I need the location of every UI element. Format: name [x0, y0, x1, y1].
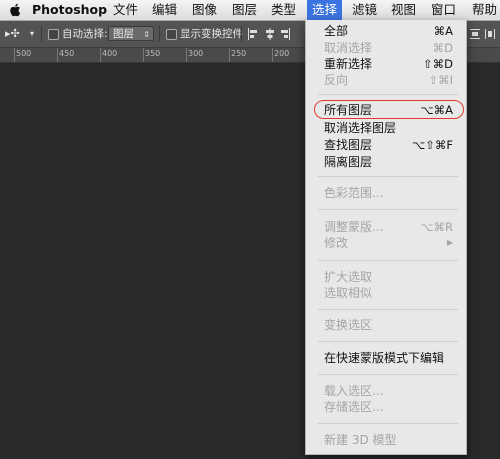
menu-item-similar[interactable]: 选取相似 — [306, 285, 466, 301]
menu-item-label: 扩大选取 — [324, 270, 373, 284]
menu-item-save-selection[interactable]: 存储选区... — [306, 399, 466, 415]
show-transform-checkbox[interactable] — [166, 29, 177, 40]
menu-item-color-range[interactable]: 色彩范围... — [306, 185, 466, 201]
tool-preset-chevron-down-icon[interactable]: ▾ — [30, 21, 34, 47]
menu-item-label: 反向 — [324, 73, 349, 87]
menu-image[interactable]: 图像 — [192, 0, 217, 20]
menu-item-label: 新建 3D 模型 — [324, 433, 397, 447]
submenu-arrow-icon: ▶ — [446, 238, 453, 247]
menu-app-name[interactable]: Photoshop — [32, 0, 107, 20]
menu-item-label: 隔离图层 — [324, 155, 373, 169]
menu-item-shortcut: ⌘D — [432, 41, 453, 55]
menu-item-inverse[interactable]: 反向 ⇧⌘I — [306, 72, 466, 88]
menu-separator — [318, 209, 458, 210]
auto-select-dropdown[interactable]: 图层 ⇕ — [108, 26, 154, 41]
align-right-icon[interactable] — [279, 28, 291, 40]
apple-icon[interactable] — [9, 0, 23, 20]
menu-item-label: 取消选择图层 — [324, 121, 397, 135]
menu-help[interactable]: 帮助 — [472, 0, 497, 20]
menu-item-modify[interactable]: 修改 ▶ — [306, 235, 466, 251]
divider — [241, 26, 242, 42]
ruler-label: 250 — [231, 49, 247, 58]
menu-item-label: 色彩范围... — [324, 186, 384, 200]
menu-item-shortcut: ⌥⌘R — [420, 220, 453, 234]
menu-item-load-selection[interactable]: 载入选区... — [306, 383, 466, 399]
ruler-label: 450 — [59, 49, 75, 58]
ruler-label: 500 — [16, 49, 32, 58]
menu-item-deselect[interactable]: 取消选择 ⌘D — [306, 40, 466, 56]
menu-file[interactable]: 文件 — [113, 0, 138, 20]
menu-item-deselect-layers[interactable]: 取消选择图层 — [306, 120, 466, 136]
auto-select-checkbox[interactable] — [48, 29, 59, 40]
auto-select-value: 图层 — [113, 28, 134, 40]
menu-item-refine-mask[interactable]: 调整蒙版... ⌥⌘R — [306, 219, 466, 235]
updown-arrow-icon: ⇕ — [143, 30, 150, 39]
menu-item-quick-mask[interactable]: 在快速蒙版模式下编辑 — [306, 350, 466, 366]
menu-item-find-layers[interactable]: 查找图层 ⌥⇧⌘F — [306, 137, 466, 153]
select-menu-dropdown: 全部 ⌘A 取消选择 ⌘D 重新选择 ⇧⌘D 反向 ⇧⌘I 所有图层 ⌥⌘A 取… — [305, 20, 467, 455]
auto-select-label: 自动选择: — [62, 28, 108, 40]
menu-item-label: 存储选区... — [324, 400, 384, 414]
menu-item-new-3d-model[interactable]: 新建 3D 模型 — [306, 432, 466, 448]
ruler-tick — [100, 48, 101, 62]
menu-item-label: 取消选择 — [324, 41, 373, 55]
menu-bar: Photoshop 文件 编辑 图像 图层 类型 选择 滤镜 视图 窗口 帮助 — [0, 0, 500, 21]
menu-separator — [318, 260, 458, 261]
ruler-tick — [229, 48, 230, 62]
ruler-label: 350 — [145, 49, 161, 58]
menu-item-label: 调整蒙版... — [324, 220, 384, 234]
menu-item-shortcut: ⌥⇧⌘F — [411, 138, 453, 152]
ruler-tick — [272, 48, 273, 62]
align-center-icon[interactable] — [264, 28, 276, 40]
menu-item-label: 选取相似 — [324, 286, 373, 300]
menu-item-select-all[interactable]: 全部 ⌘A — [306, 23, 466, 39]
menu-item-reselect[interactable]: 重新选择 ⇧⌘D — [306, 56, 466, 72]
ruler-label: 400 — [102, 49, 118, 58]
menu-layer[interactable]: 图层 — [232, 0, 257, 20]
ruler-tick — [57, 48, 58, 62]
menu-item-label: 在快速蒙版模式下编辑 — [324, 351, 445, 365]
highlight-ring — [314, 100, 464, 119]
ruler-tick — [186, 48, 187, 62]
ruler-label: 200 — [274, 49, 290, 58]
menu-item-label: 载入选区... — [324, 384, 384, 398]
divider — [159, 26, 160, 42]
ruler-tick — [143, 48, 144, 62]
divider — [41, 26, 42, 42]
menu-item-transform-selection[interactable]: 变换选区 — [306, 317, 466, 333]
menu-separator — [318, 176, 458, 177]
move-tool-icon[interactable]: ▸✣ — [5, 21, 20, 47]
menu-item-shortcut: ⇧⌘D — [423, 57, 453, 71]
menu-item-isolate-layers[interactable]: 隔离图层 — [306, 154, 466, 170]
menu-item-label: 变换选区 — [324, 318, 373, 332]
distribute-icon[interactable] — [469, 28, 481, 40]
menu-separator — [318, 341, 458, 342]
menu-item-shortcut: ⇧⌘I — [428, 73, 453, 87]
menu-window[interactable]: 窗口 — [431, 0, 456, 20]
show-transform-label: 显示变换控件 — [180, 28, 243, 40]
distribute-horizontal-icon[interactable] — [484, 28, 496, 40]
menu-view[interactable]: 视图 — [391, 0, 416, 20]
menu-item-label: 查找图层 — [324, 138, 373, 152]
menu-separator — [318, 423, 458, 424]
menu-item-grow[interactable]: 扩大选取 — [306, 269, 466, 285]
ruler-label: 300 — [188, 49, 204, 58]
menu-item-label: 修改 — [324, 236, 349, 250]
menu-separator — [318, 374, 458, 375]
menu-item-label: 重新选择 — [324, 57, 373, 71]
menu-edit[interactable]: 编辑 — [152, 0, 177, 20]
menu-select[interactable]: 选择 — [307, 0, 343, 20]
align-left-icon[interactable] — [247, 28, 259, 40]
menu-item-shortcut: ⌘A — [433, 24, 453, 38]
menu-separator — [318, 94, 458, 95]
menu-filter[interactable]: 滤镜 — [352, 0, 377, 20]
menu-type[interactable]: 类型 — [271, 0, 296, 20]
ruler-tick — [14, 48, 15, 62]
menu-separator — [318, 309, 458, 310]
menu-item-label: 全部 — [324, 24, 349, 38]
